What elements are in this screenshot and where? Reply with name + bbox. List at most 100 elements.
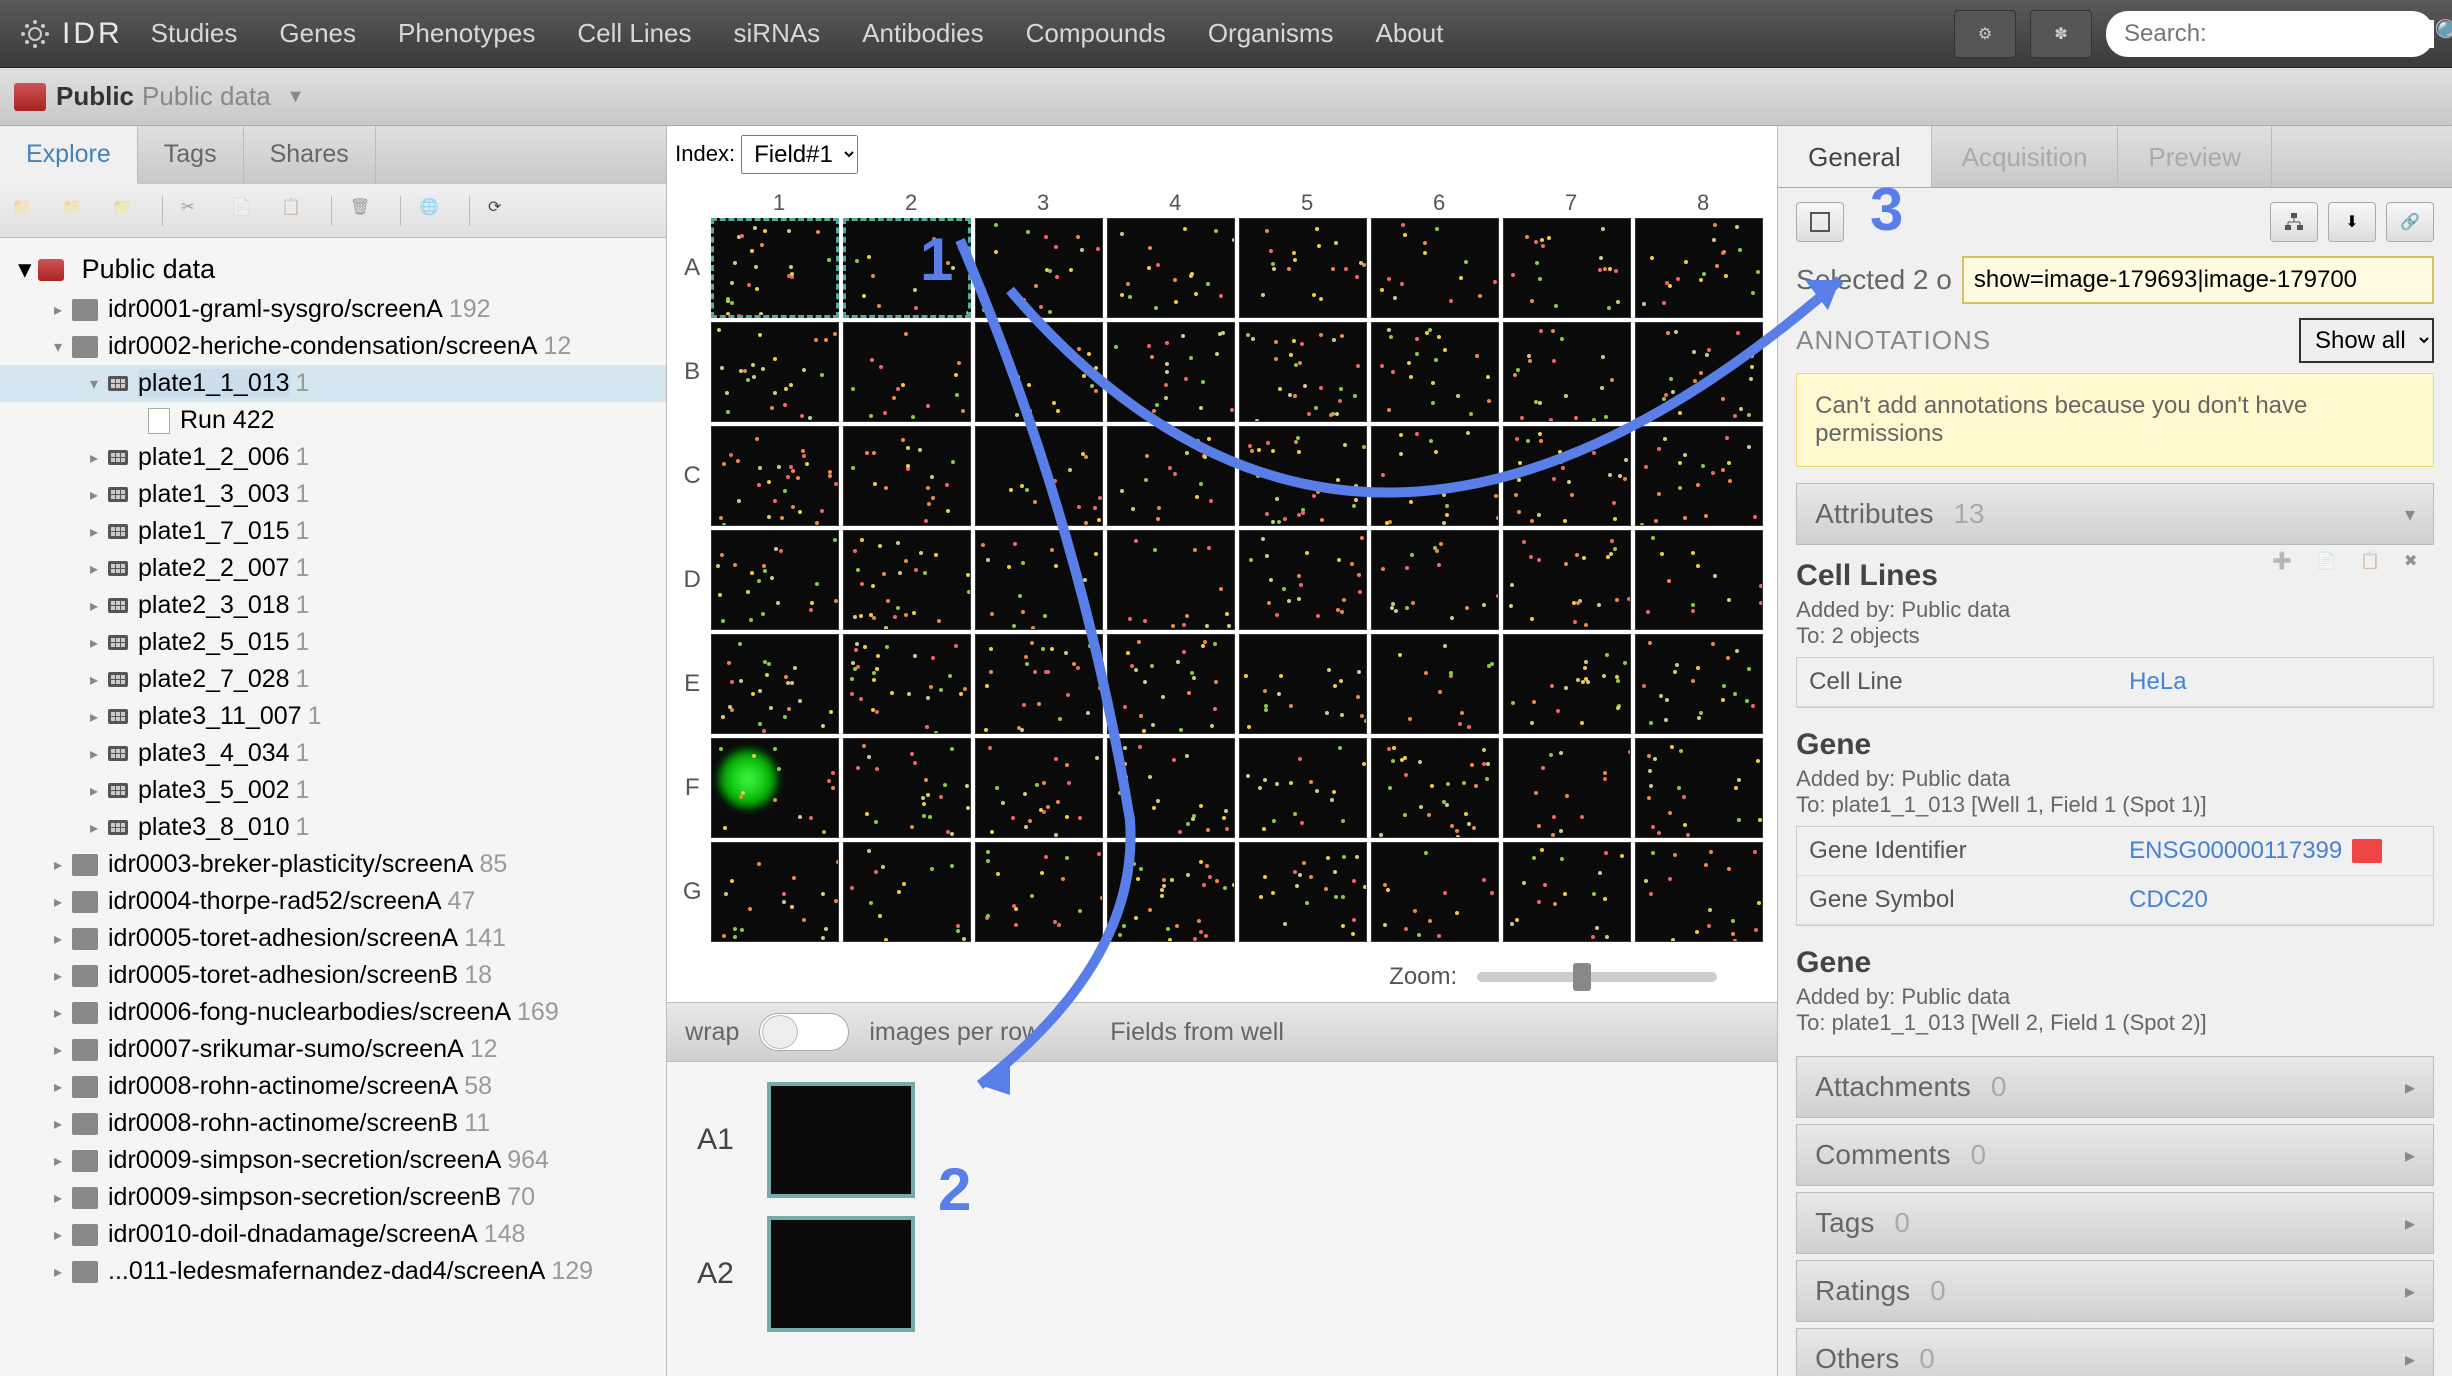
nav-genes[interactable]: Genes [279,18,356,49]
well-A3[interactable] [975,218,1103,318]
paste-icon[interactable]: 📋 [2360,551,2390,581]
well-D7[interactable] [1503,530,1631,630]
well-E1[interactable] [711,634,839,734]
well-D8[interactable] [1635,530,1763,630]
nav-organisms[interactable]: Organisms [1208,18,1334,49]
tab-shares[interactable]: Shares [244,126,376,184]
well-F3[interactable] [975,738,1103,838]
well-G7[interactable] [1503,842,1631,942]
well-E6[interactable] [1371,634,1499,734]
tree-node[interactable]: ▸plate3_4_0341 [0,735,666,772]
well-F6[interactable] [1371,738,1499,838]
gene-id-link[interactable]: ENSG00000117399 [2129,837,2342,865]
well-C6[interactable] [1371,426,1499,526]
well-D2[interactable] [843,530,971,630]
nav-compounds[interactable]: Compounds [1026,18,1166,49]
well-C8[interactable] [1635,426,1763,526]
wrap-toggle[interactable] [759,1013,849,1051]
delete-icon[interactable]: ✖ [2404,551,2434,581]
tree-node[interactable]: ▸idr0006-fong-nuclearbodies/screenA169 [0,994,666,1031]
well-B8[interactable] [1635,322,1763,422]
tree-node[interactable]: ▸plate1_2_0061 [0,439,666,476]
well-C3[interactable] [975,426,1103,526]
tree-node[interactable]: ▸plate1_7_0151 [0,513,666,550]
tree-node[interactable]: ▸idr0010-doil-dnadamage/screenA148 [0,1216,666,1253]
sparkle-icon[interactable]: ✽ [2030,10,2092,58]
tree-node[interactable]: ▸idr0009-simpson-secretion/screenB70 [0,1179,666,1216]
tree-node[interactable]: ▸plate3_5_0021 [0,772,666,809]
well-G4[interactable] [1107,842,1235,942]
field-thumb-A2[interactable] [767,1216,915,1332]
well-F8[interactable] [1635,738,1763,838]
index-select[interactable]: Field#1 [741,135,858,174]
tab-explore[interactable]: Explore [0,126,138,184]
nav-about[interactable]: About [1376,18,1444,49]
well-C7[interactable] [1503,426,1631,526]
tab-acquisition[interactable]: Acquisition [1932,126,2119,187]
tree-node[interactable]: ▸...011-ledesmafernandez-dad4/screenA129 [0,1253,666,1290]
tree-node[interactable]: ▸plate2_7_0281 [0,661,666,698]
well-C1[interactable] [711,426,839,526]
link-url-input[interactable] [1962,256,2434,304]
tree-node[interactable]: ▸plate3_11_0071 [0,698,666,735]
download-icon[interactable]: ⬇ [2328,202,2376,242]
tree-node[interactable]: ▸idr0008-rohn-actinome/screenA58 [0,1068,666,1105]
copy-icon[interactable]: 📄 [231,197,263,225]
attributes-section[interactable]: Attributes 13 ▾ [1796,483,2434,545]
chevron-down-icon[interactable]: ▼ [287,86,305,107]
tree-node[interactable]: ▸plate3_8_0101 [0,809,666,846]
new-folder2-icon[interactable]: 📁 [62,197,94,225]
well-F5[interactable] [1239,738,1367,838]
well-B7[interactable] [1503,322,1631,422]
tree-node[interactable]: ▸idr0005-toret-adhesion/screenA141 [0,920,666,957]
tab-general[interactable]: General [1778,126,1932,187]
well-F7[interactable] [1503,738,1631,838]
well-F4[interactable] [1107,738,1235,838]
trash-icon[interactable]: 🗑 [350,197,382,225]
well-E5[interactable] [1239,634,1367,734]
field-thumb-A1[interactable] [767,1082,915,1198]
well-B3[interactable] [975,322,1103,422]
nav-studies[interactable]: Studies [151,18,238,49]
section-others[interactable]: Others0▸ [1796,1328,2434,1376]
zoom-slider[interactable] [1477,972,1717,982]
section-tags[interactable]: Tags0▸ [1796,1192,2434,1254]
well-E2[interactable] [843,634,971,734]
nav-sirnas[interactable]: siRNAs [734,18,821,49]
well-E3[interactable] [975,634,1103,734]
nav-cell-lines[interactable]: Cell Lines [577,18,691,49]
globe-icon[interactable]: 🌐 [419,197,451,225]
plus-icon[interactable]: ➕ [2272,551,2302,581]
tree-root[interactable]: ▾ Public data [0,248,666,291]
well-A7[interactable] [1503,218,1631,318]
tree-node[interactable]: ▸idr0005-toret-adhesion/screenB18 [0,957,666,994]
tree-node[interactable]: ▸plate1_3_0031 [0,476,666,513]
tab-preview[interactable]: Preview [2118,126,2271,187]
gene-symbol-link[interactable]: CDC20 [2129,886,2208,914]
well-B4[interactable] [1107,322,1235,422]
cut-icon[interactable]: ✂ [181,197,213,225]
tree-node[interactable]: ▸plate2_3_0181 [0,587,666,624]
link-icon[interactable]: 🔗 [2386,202,2434,242]
well-B6[interactable] [1371,322,1499,422]
tree-node[interactable]: ▸idr0001-graml-sysgro/screenA192 [0,291,666,328]
tree-node[interactable]: ▸idr0007-srikumar-sumo/screenA12 [0,1031,666,1068]
section-comments[interactable]: Comments0▸ [1796,1124,2434,1186]
search-input[interactable] [2124,20,2434,48]
well-G2[interactable] [843,842,971,942]
tree-node[interactable]: ▸idr0003-breker-plasticity/screenA85 [0,846,666,883]
well-D5[interactable] [1239,530,1367,630]
well-A8[interactable] [1635,218,1763,318]
tree-node[interactable]: ▾idr0002-heriche-condensation/screenA12 [0,328,666,365]
tree-node[interactable]: ▸idr0004-thorpe-rad52/screenA47 [0,883,666,920]
tree-node[interactable]: ▸idr0009-simpson-secretion/screenA964 [0,1142,666,1179]
well-D6[interactable] [1371,530,1499,630]
well-C5[interactable] [1239,426,1367,526]
section-ratings[interactable]: Ratings0▸ [1796,1260,2434,1322]
well-G8[interactable] [1635,842,1763,942]
well-E7[interactable] [1503,634,1631,734]
new-folder3-icon[interactable]: 📁 [112,197,144,225]
well-A2[interactable] [843,218,971,318]
well-G6[interactable] [1371,842,1499,942]
copy-icon[interactable]: 📄 [2316,551,2346,581]
